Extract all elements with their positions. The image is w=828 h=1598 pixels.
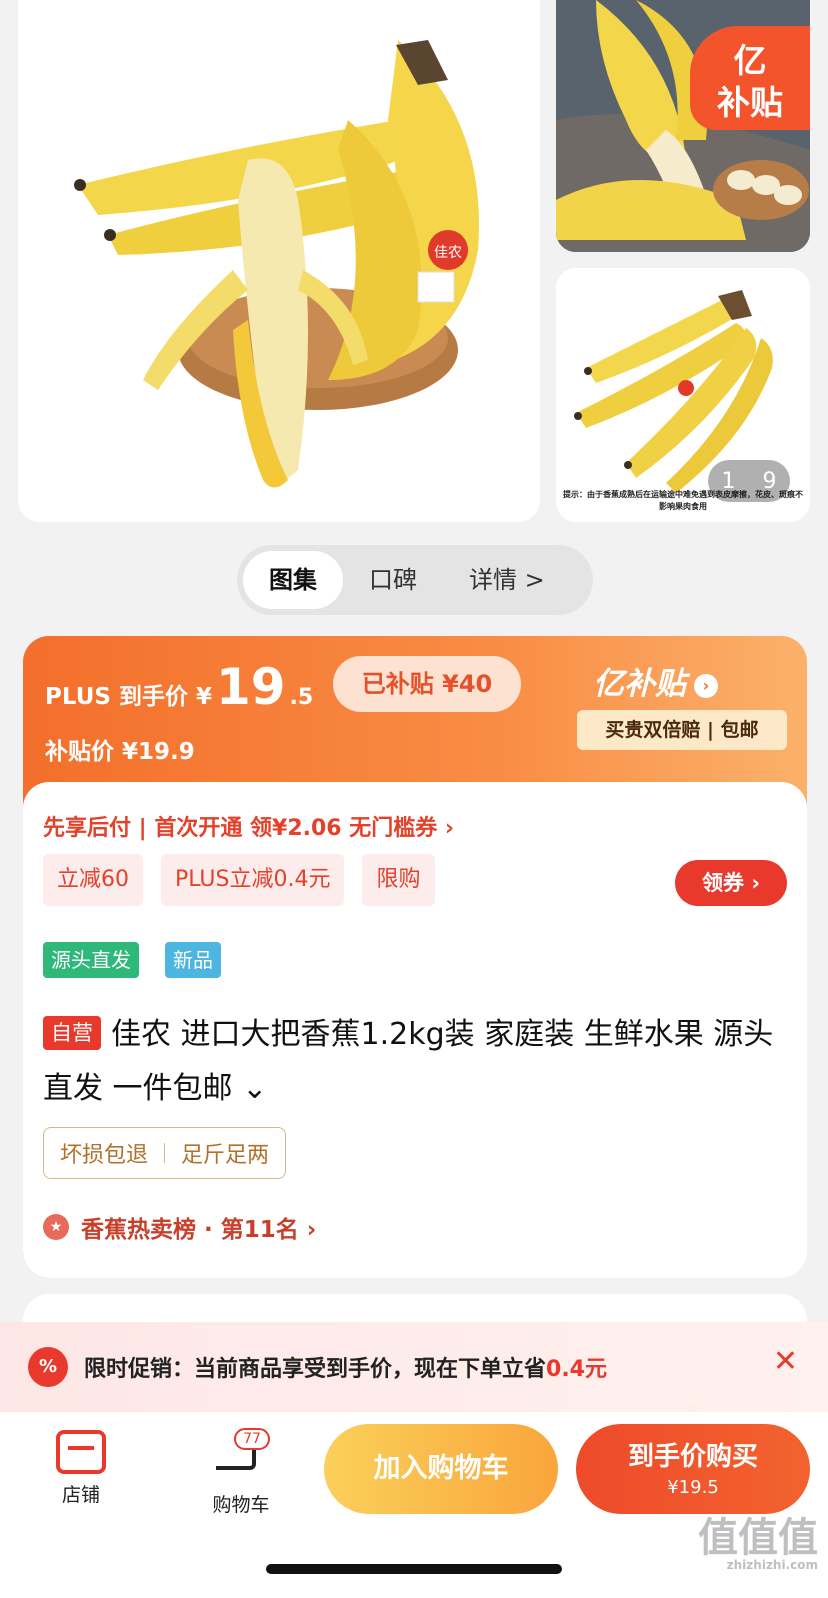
buy-now-button[interactable]: 到手价购买 ¥19.5 [576, 1424, 810, 1514]
shop-nav-button[interactable]: 店铺 [36, 1430, 126, 1507]
image-tip-text: 提示：由于香蕉成熟后在运输途中难免遇到表皮摩擦，花皮、斑痕不影响果肉食用 [563, 490, 803, 511]
cart-label: 购物车 [212, 1494, 270, 1516]
tab-gallery[interactable]: 图集 [243, 551, 343, 609]
side-image-1[interactable]: 亿 补贴 [556, 0, 810, 252]
guarantee-shipping-badge: 买贵双倍赔 | 包邮 [577, 710, 787, 750]
cart-icon-wrap: 77 [216, 1428, 270, 1484]
offer-details: 先享后付 | 首次开通 领¥2.06 无门槛券 › 立减60 PLUS立减0.4… [23, 782, 807, 1278]
store-icon [56, 1430, 106, 1474]
guarantee-item: 足斤足两 [181, 1143, 270, 1168]
side-image-2[interactable]: 1 9 提示：由于香蕉成熟后在运输途中难免遇到表皮摩擦，花皮、斑痕不影响果肉食用 [556, 268, 810, 522]
tab-details[interactable]: 详情 > [443, 551, 571, 609]
subsidized-amount-pill: 已补贴 ¥40 [333, 656, 521, 712]
discount-tag: PLUS立减0.4元 [161, 854, 345, 906]
yi-subsidy-brand: 亿补贴 [593, 666, 686, 702]
plus-price-decimal: .5 [289, 685, 314, 710]
chevron-down-icon[interactable]: ⌄ [242, 1071, 267, 1106]
promotion-message: 限时促销：当前商品享受到手价，现在下单立省 [84, 1357, 547, 1382]
product-title[interactable]: 自营 佳农 进口大把香蕉1.2kg装 家庭装 生鲜水果 源头直发 一件包邮 ⌄ [43, 1008, 787, 1116]
close-icon[interactable]: ✕ [773, 1344, 798, 1379]
pay-later-offer[interactable]: 先享后付 | 首次开通 领¥2.06 无门槛券 › [43, 810, 454, 842]
promotion-banner[interactable]: % 限时促销：当前商品享受到手价，现在下单立省0.4元 ✕ [0, 1322, 828, 1412]
yi-subsidy-badge: 亿 补贴 [690, 26, 810, 130]
main-product-image[interactable]: 佳农 [18, 0, 540, 522]
badge-line-2: 补贴 [717, 83, 783, 122]
tab-reviews[interactable]: 口碑 [343, 551, 443, 609]
plus-price-label: PLUS 到手价 ¥ [45, 684, 212, 710]
bestseller-ranking[interactable]: ★ 香蕉热卖榜 · 第11名 › [43, 1210, 316, 1244]
guarantee-item: 坏损包退 [60, 1143, 149, 1168]
yi-subsidy-link[interactable]: 亿补贴 › [593, 658, 718, 703]
get-coupon-button[interactable]: 领券 › [675, 860, 787, 906]
subsidy-price: 补贴价 ¥19.9 [45, 739, 195, 765]
badge-line-1: 亿 [733, 41, 767, 80]
add-to-cart-button[interactable]: 加入购物车 [324, 1424, 558, 1514]
promotion-amount: 0.4元 [546, 1357, 607, 1382]
plus-price-integer: 19 [215, 658, 286, 716]
new-product-tag: 新品 [165, 942, 221, 978]
discount-tag: 限购 [362, 854, 435, 906]
banana-bunch-illustration: 佳农 [74, 40, 479, 488]
chevron-right-icon: › [694, 673, 718, 698]
shop-label: 店铺 [61, 1484, 100, 1506]
watermark: 值值值 zhizhizhi.com [698, 1518, 818, 1572]
promotion-text: 限时促销：当前商品享受到手价，现在下单立省0.4元 [84, 1351, 607, 1383]
discount-icon: % [28, 1347, 68, 1387]
medal-icon: ★ [43, 1214, 69, 1240]
plus-price: PLUS 到手价 ¥ 19 .5 [45, 658, 313, 716]
bottom-action-bar: 店铺 77 购物车 加入购物车 到手价购买 ¥19.5 值值值 zhizhizh… [0, 1412, 828, 1598]
cart-nav-button[interactable]: 77 购物车 [196, 1428, 286, 1517]
discount-tag: 立减60 [43, 854, 143, 906]
watermark-logo: 值值值 [698, 1515, 818, 1561]
buy-button-price: ¥19.5 [667, 1477, 719, 1498]
gallery-tabs: 图集 口碑 详情 > [237, 545, 593, 615]
home-indicator[interactable] [266, 1564, 562, 1574]
buy-button-label: 到手价购买 [627, 1442, 758, 1472]
product-title-text: 佳农 进口大把香蕉1.2kg装 家庭装 生鲜水果 源头直发 一件包邮 [43, 1017, 774, 1106]
price-card: PLUS 到手价 ¥ 19 .5 已补贴 ¥40 补贴价 ¥19.9 亿补贴 › … [23, 636, 807, 1278]
self-operated-badge: 自营 [43, 1016, 101, 1050]
discount-tags: 立减60 PLUS立减0.4元 限购 [43, 854, 435, 906]
service-guarantees[interactable]: 坏损包退 足斤足两 [43, 1127, 287, 1179]
source-direct-tag: 源头直发 [43, 942, 139, 978]
ranking-text: 香蕉热卖榜 · 第11名 › [81, 1217, 317, 1243]
product-sticker-label: 佳农 [434, 245, 462, 261]
cart-count-badge: 77 [234, 1428, 270, 1450]
